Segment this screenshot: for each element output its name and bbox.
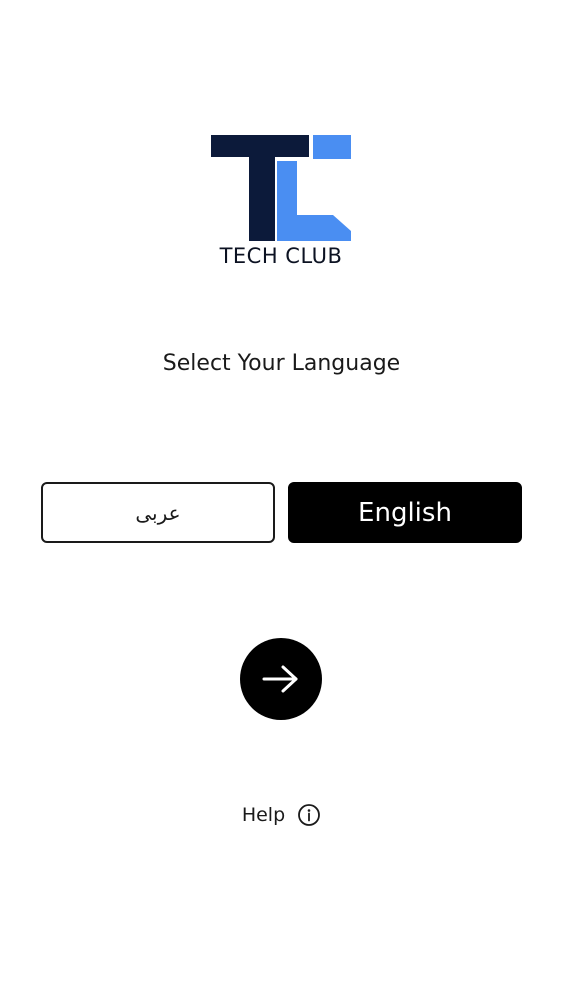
help-label: Help: [241, 804, 286, 826]
language-select-screen: TECH CLUB Select Your Language عربى Engl…: [0, 0, 563, 1000]
arrow-right-icon: [262, 665, 298, 693]
logo-text: TECH CLUB: [219, 244, 343, 268]
english-language-label: English: [358, 497, 452, 528]
tech-club-logo: TECH CLUB: [211, 133, 351, 275]
english-language-button[interactable]: English: [288, 482, 522, 543]
info-icon: [298, 804, 321, 826]
tc-logo-mark-icon: [211, 135, 351, 241]
next-button[interactable]: [240, 638, 322, 720]
arabic-language-label: عربى: [135, 500, 181, 525]
page-title: Select Your Language: [162, 351, 401, 376]
arabic-language-button[interactable]: عربى: [41, 482, 275, 543]
help-link[interactable]: Help: [0, 800, 563, 830]
